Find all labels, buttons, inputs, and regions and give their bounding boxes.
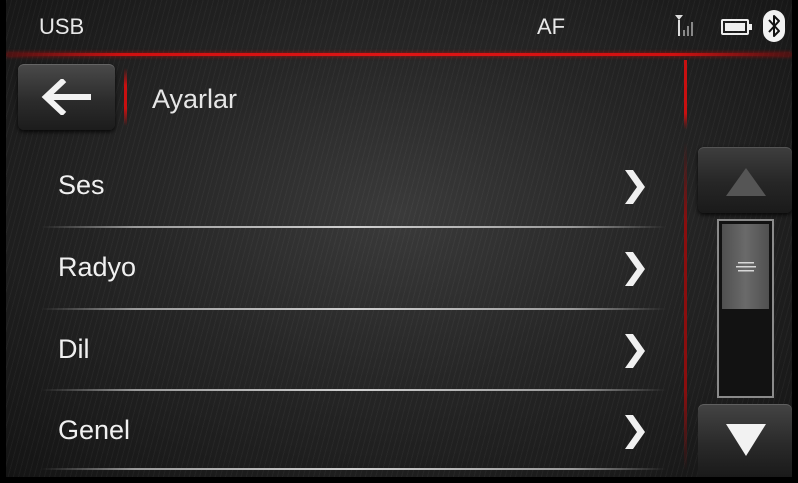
back-button[interactable] (18, 64, 115, 130)
scroll-down-button[interactable] (698, 404, 792, 477)
triangle-up-icon (726, 168, 766, 196)
chevron-right-icon (625, 170, 645, 204)
menu-item-label: Ses (58, 170, 105, 200)
menu-item-label: Genel (58, 415, 131, 445)
status-bar: USB AF (6, 0, 792, 52)
page-title: Ayarlar (152, 84, 238, 114)
bluetooth-icon (763, 10, 785, 42)
battery-icon (721, 19, 752, 35)
chevron-right-icon (625, 415, 645, 449)
signal-icon (675, 15, 693, 36)
back-arrow-icon (41, 79, 91, 115)
af-indicator: AF (537, 14, 566, 39)
menu-item-ses[interactable]: Ses (6, 146, 678, 228)
chevron-right-icon (625, 334, 645, 368)
menu-separator (41, 468, 666, 470)
triangle-down-icon (726, 424, 766, 456)
menu-item-genel[interactable]: Genel (6, 391, 678, 473)
settings-screen: USB AF Ayarlar Ses Radyo Dil Genel (6, 0, 792, 477)
scroll-track[interactable] (717, 219, 774, 398)
status-divider (6, 53, 792, 56)
scroll-divider (684, 60, 687, 470)
scroll-up-button[interactable] (698, 147, 792, 213)
scroll-thumb[interactable] (722, 224, 769, 309)
menu-item-label: Radyo (58, 252, 137, 282)
source-indicator: USB (39, 14, 85, 39)
menu-item-dil[interactable]: Dil (6, 310, 678, 392)
menu-item-label: Dil (58, 334, 90, 364)
menu-item-radyo[interactable]: Radyo (6, 228, 678, 310)
grip-icon (736, 262, 756, 272)
header-divider (124, 68, 127, 126)
chevron-right-icon (625, 252, 645, 286)
